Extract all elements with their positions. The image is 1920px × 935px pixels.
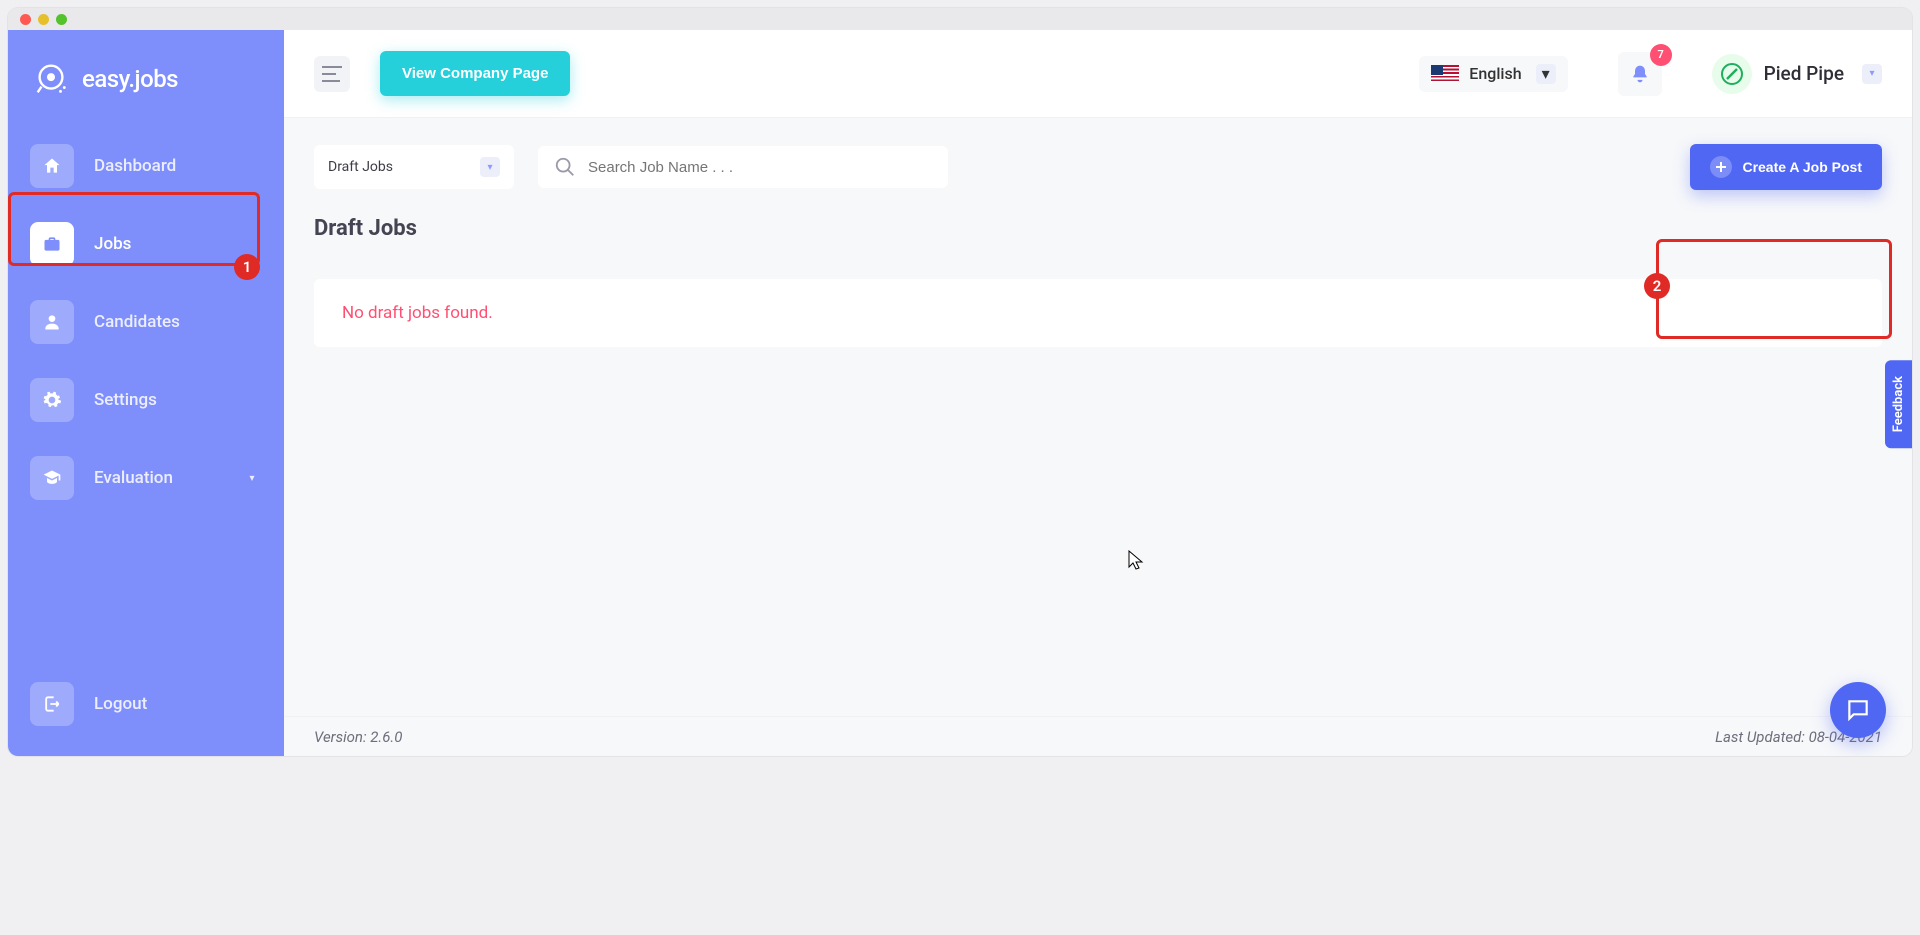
app-body: easy.jobs Dashboard Jobs — [8, 30, 1912, 756]
sidebar-item-dashboard[interactable]: Dashboard — [18, 134, 274, 198]
close-window-button[interactable] — [20, 14, 31, 25]
chevron-down-icon: ▾ — [1536, 64, 1556, 84]
plus-icon — [1710, 156, 1732, 178]
topbar: View Company Page English ▾ 7 — [284, 30, 1912, 118]
minimize-window-button[interactable] — [38, 14, 49, 25]
sidebar-item-label: Settings — [94, 390, 157, 410]
chat-icon — [1845, 697, 1871, 723]
sidebar-item-logout[interactable]: Logout — [18, 672, 274, 736]
company-selector[interactable]: Pied Pipe ▾ — [1712, 54, 1882, 94]
notifications-button[interactable]: 7 — [1618, 52, 1662, 96]
menu-toggle-button[interactable] — [314, 56, 350, 92]
sidebar-item-evaluation[interactable]: Evaluation ▾ — [18, 446, 274, 510]
topbar-right: English ▾ 7 Pied Pipe ▾ — [1419, 52, 1882, 96]
language-label: English — [1469, 64, 1521, 83]
bell-icon — [1630, 64, 1650, 84]
logo-text: easy.jobs — [82, 65, 178, 93]
feedback-button[interactable]: Feedback — [1885, 360, 1912, 448]
empty-message: No draft jobs found. — [342, 303, 493, 323]
menu-icon — [322, 66, 342, 82]
sidebar-nav: Dashboard Jobs Candidates — [18, 134, 274, 672]
content-area: Draft Jobs ▾ Create A Job Post Draft — [284, 118, 1912, 716]
select-label: Draft Jobs — [328, 159, 393, 175]
create-button-label: Create A Job Post — [1742, 159, 1862, 175]
window-controls — [20, 14, 67, 25]
sidebar: easy.jobs Dashboard Jobs — [8, 30, 284, 756]
sidebar-item-label: Logout — [94, 694, 147, 714]
maximize-window-button[interactable] — [56, 14, 67, 25]
logout-icon — [30, 682, 74, 726]
app-window: easy.jobs Dashboard Jobs — [8, 8, 1912, 756]
annotation-step-2: 2 — [1644, 273, 1670, 299]
annotation-step-1: 1 — [234, 254, 260, 280]
chat-button[interactable] — [1830, 682, 1886, 738]
main-area: View Company Page English ▾ 7 — [284, 30, 1912, 756]
home-icon — [30, 144, 74, 188]
company-name: Pied Pipe — [1764, 62, 1844, 85]
briefcase-icon — [30, 222, 74, 266]
gear-icon — [30, 378, 74, 422]
sidebar-item-candidates[interactable]: Candidates — [18, 290, 274, 354]
footer: Version: 2.6.0 Last Updated: 08-04-2021 — [284, 716, 1912, 756]
view-company-page-button[interactable]: View Company Page — [380, 51, 570, 96]
sidebar-item-label: Evaluation — [94, 468, 173, 488]
window-titlebar — [8, 8, 1912, 30]
chevron-down-icon: ▾ — [1862, 64, 1882, 84]
notification-count-badge: 7 — [1650, 44, 1672, 66]
logo-icon — [32, 60, 70, 98]
language-selector[interactable]: English ▾ — [1419, 56, 1567, 92]
page-title: Draft Jobs — [314, 216, 1882, 241]
chevron-down-icon: ▾ — [480, 157, 500, 177]
sidebar-item-label: Dashboard — [94, 156, 176, 176]
search-box — [538, 146, 948, 188]
sidebar-item-label: Jobs — [94, 234, 131, 254]
logo[interactable]: easy.jobs — [18, 60, 274, 126]
jobs-filter-select[interactable]: Draft Jobs ▾ — [314, 145, 514, 189]
sidebar-item-label: Candidates — [94, 312, 180, 332]
user-icon — [30, 300, 74, 344]
search-input[interactable] — [588, 159, 932, 176]
company-avatar — [1712, 54, 1752, 94]
chevron-down-icon: ▾ — [242, 468, 262, 488]
filter-row: Draft Jobs ▾ Create A Job Post — [314, 144, 1882, 190]
flag-us-icon — [1431, 65, 1459, 83]
search-icon — [554, 156, 576, 178]
sidebar-item-settings[interactable]: Settings — [18, 368, 274, 432]
version-label: Version: 2.6.0 — [314, 728, 402, 746]
create-job-post-button[interactable]: Create A Job Post — [1690, 144, 1882, 190]
graduation-icon — [30, 456, 74, 500]
company-logo-icon — [1720, 62, 1744, 86]
